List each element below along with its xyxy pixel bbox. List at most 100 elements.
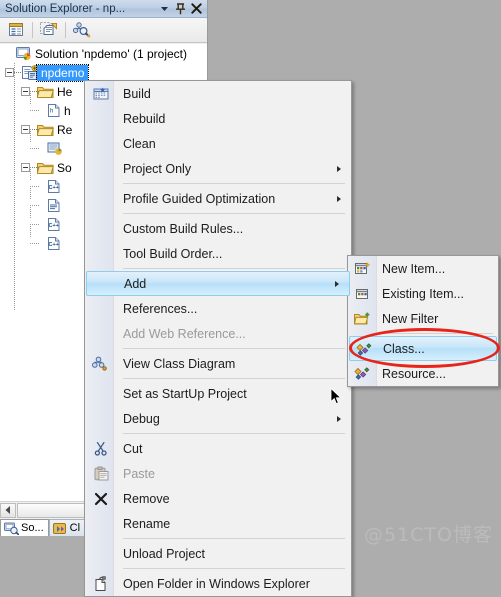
panel-title-bar: Solution Explorer - np... [0,0,207,18]
project-context-menu: Build Rebuild Clean Project Only Profile… [84,80,352,597]
tree-hline [30,148,39,149]
solution-icon [16,46,32,61]
menu-item-set-as-startup-project[interactable]: Set as StartUp Project [85,381,351,406]
toolbar-separator [65,22,66,38]
mouse-cursor [330,387,342,409]
tab-label: So... [21,522,44,534]
tree-hline [30,243,39,244]
svg-text:C++: C++ [49,185,59,191]
menu-item-debug[interactable]: Debug [85,406,351,431]
menu-item-references[interactable]: References... [85,296,351,321]
tree-vline [30,167,31,181]
properties-icon[interactable] [5,20,27,41]
new-item-icon [352,256,372,281]
resource-icon [352,361,372,386]
open-folder-icon [90,571,112,596]
menu-item-open-folder-in-windows-explorer[interactable]: Open Folder in Windows Explorer [85,571,351,596]
collapse-box-icon[interactable] [21,87,30,96]
class-icon [354,337,374,362]
header-file-icon: h [47,103,61,118]
menu-item-label: Clean [123,136,156,151]
class-view-search-icon[interactable] [71,20,93,41]
menu-item-view-class-diagram[interactable]: View Class Diagram [85,351,351,376]
tree-row-solution[interactable]: Solution 'npdemo' (1 project) [0,44,207,63]
tree-connector [30,129,39,130]
menu-item-label: Paste [123,466,155,481]
cpp-project-icon [21,65,37,80]
menu-item-add[interactable]: Add [86,271,350,296]
submenu-item-new-item[interactable]: New Item... [348,256,498,281]
collapse-box-icon[interactable] [21,163,30,172]
svg-text:C++: C++ [49,223,59,229]
paste-icon [90,461,112,486]
menu-item-rebuild[interactable]: Rebuild [85,106,351,131]
tab-label: Cl [69,522,81,534]
submenu-item-label: Class... [383,341,425,356]
chevron-right-icon [335,280,339,287]
menu-item-label: Build [123,86,151,101]
submenu-item-label: Resource... [382,366,446,381]
collapse-box-icon[interactable] [5,68,14,77]
menu-item-rename[interactable]: Rename [85,511,351,536]
menu-item-label: Add Web Reference... [123,326,246,341]
menu-item-label: Add [124,276,147,291]
menu-item-label: Custom Build Rules... [123,221,244,236]
svg-text:h: h [50,109,53,115]
tree-hline [30,205,39,206]
menu-item-label: Profile Guided Optimization [123,191,276,206]
watermark: @51CTO博客 [363,524,493,546]
tree-item-label: Re [57,122,73,137]
menu-item-clean[interactable]: Clean [85,131,351,156]
submenu-item-new-filter[interactable]: New Filter [348,306,498,331]
menu-item-cut[interactable]: Cut [85,436,351,461]
scroll-left-button[interactable] [0,502,16,518]
menu-item-label: Set as StartUp Project [123,386,247,401]
panel-title: Solution Explorer - np... [5,2,126,15]
tree-hline [30,110,39,111]
tree-vline [30,224,31,238]
close-icon[interactable] [188,1,204,17]
tab-solution-explorer[interactable]: So... [0,519,49,536]
menu-item-custom-build-rules[interactable]: Custom Build Rules... [85,216,351,241]
tree-hline [30,224,39,225]
existing-item-icon [352,281,372,306]
pin-icon[interactable] [172,1,188,17]
menu-item-label: Cut [123,441,143,456]
tab-class-view[interactable]: Cl [48,519,86,536]
show-all-files-icon[interactable] [38,20,60,41]
tree-vline [30,205,31,219]
tree-connector [30,167,39,168]
folder-icon [37,123,54,137]
menu-item-add-web-reference: Add Web Reference... [85,321,351,346]
window-dropdown-button[interactable] [156,1,172,17]
new-filter-icon [352,306,372,331]
tree-item-label: h [64,103,71,118]
tree-item-label: So [57,160,72,175]
menu-item-label: View Class Diagram [123,356,236,371]
menu-item-profile-guided-optimization[interactable]: Profile Guided Optimization [85,186,351,211]
menu-separator [123,268,345,269]
build-icon [90,81,112,106]
submenu-item-label: New Item... [382,261,446,276]
menu-item-label: Open Folder in Windows Explorer [123,576,310,591]
submenu-item-class[interactable]: Class... [349,336,497,361]
menu-item-tool-build-order[interactable]: Tool Build Order... [85,241,351,266]
menu-item-build[interactable]: Build [85,81,351,106]
menu-separator [123,378,345,379]
collapse-box-icon[interactable] [21,125,30,134]
submenu-item-resource[interactable]: Resource... [348,361,498,386]
menu-item-project-only[interactable]: Project Only [85,156,351,181]
class-diagram-icon [90,351,112,376]
submenu-item-existing-item[interactable]: Existing Item... [348,281,498,306]
cpp-file-icon: C++ [47,236,61,251]
svg-text:C++: C++ [49,242,59,248]
submenu-item-label: Existing Item... [382,286,464,301]
menu-item-unload-project[interactable]: Unload Project [85,541,351,566]
toolbar-separator [32,22,33,38]
tree-hline [30,186,39,187]
tree-vline [30,91,31,105]
menu-item-label: Rebuild [123,111,166,126]
text-file-icon [47,198,61,213]
menu-item-remove[interactable]: Remove [85,486,351,511]
folder-icon [37,161,54,175]
